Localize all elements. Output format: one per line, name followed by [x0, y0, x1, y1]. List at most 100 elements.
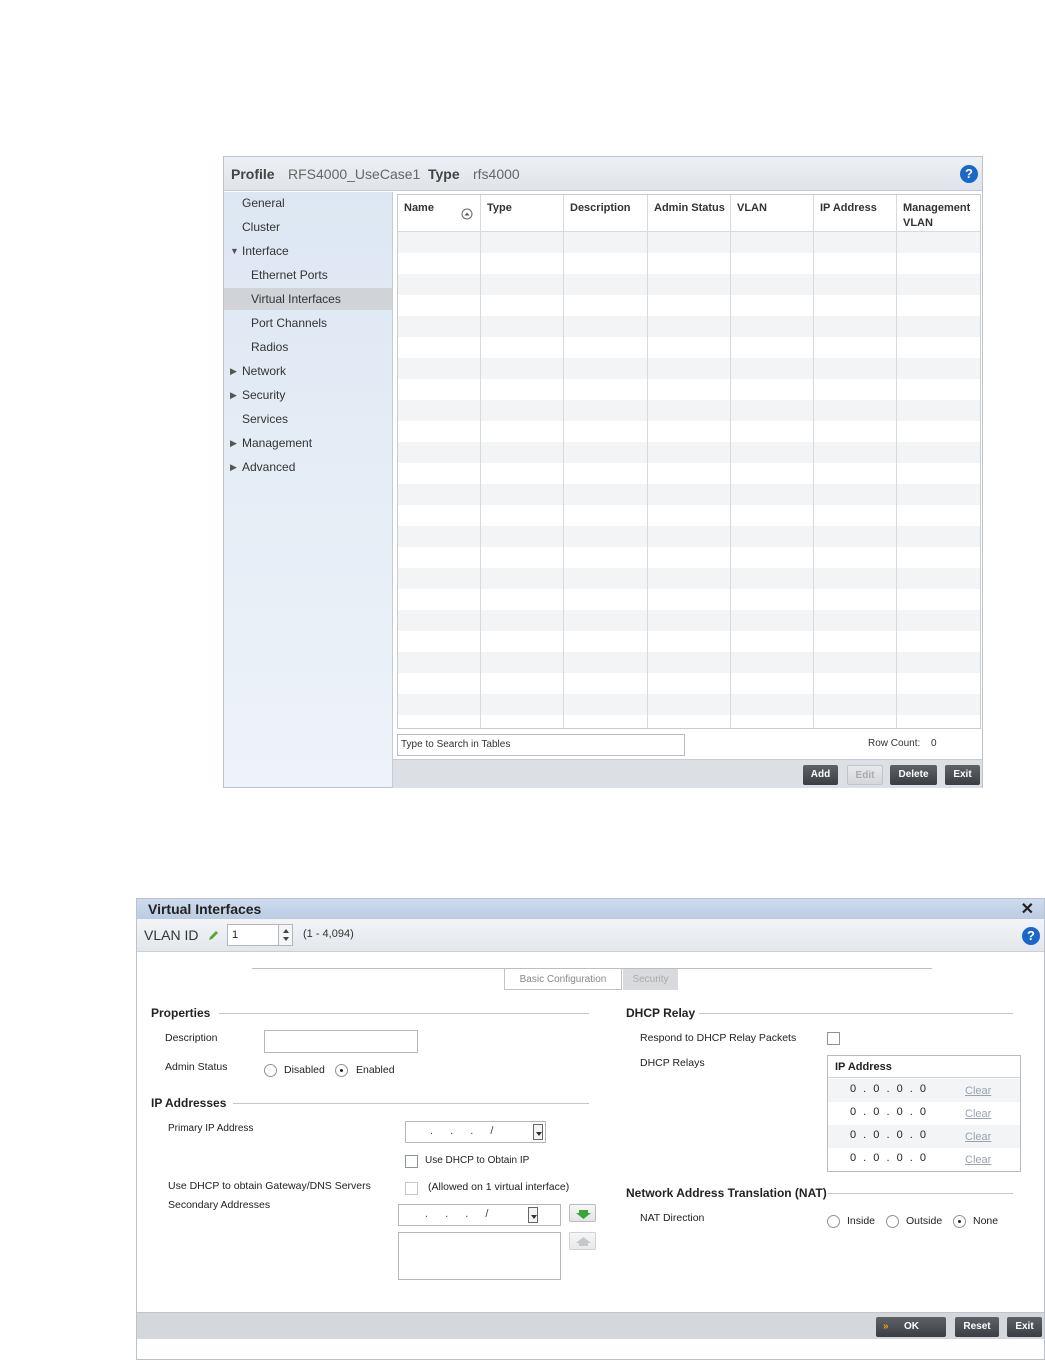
- sidebar-item-security[interactable]: ▶ Security: [224, 384, 392, 406]
- secondary-address-value: . . . /: [425, 1208, 489, 1220]
- column-header-description[interactable]: Description: [564, 195, 648, 232]
- help-icon[interactable]: ?: [1022, 927, 1040, 945]
- column-header-label: Management VLAN: [903, 202, 971, 229]
- ok-button-label: OK: [904, 1321, 919, 1332]
- column-header-name[interactable]: Name: [398, 195, 481, 232]
- vlan-id-label: VLAN ID: [144, 927, 199, 943]
- profile-value: RFS4000_UseCase1: [288, 166, 421, 182]
- description-label: Description: [165, 1032, 218, 1044]
- sidebar-item-network[interactable]: ▶ Network: [224, 360, 392, 382]
- spinner-buttons[interactable]: [278, 925, 292, 945]
- remove-address-button[interactable]: [569, 1232, 596, 1250]
- column-header-vlan[interactable]: VLAN: [731, 195, 814, 232]
- use-dhcp-checkbox[interactable]: [405, 1155, 418, 1168]
- dialog-action-bar: » OK Reset Exit: [137, 1312, 1044, 1339]
- sidebar-item-radios[interactable]: Radios: [224, 336, 392, 358]
- nat-none-radio[interactable]: [953, 1215, 966, 1228]
- add-button[interactable]: Add: [803, 765, 838, 785]
- delete-button[interactable]: Delete: [890, 765, 937, 785]
- exit-button[interactable]: Exit: [1007, 1317, 1042, 1337]
- column-header-label: Name: [404, 202, 434, 214]
- admin-status-disabled-radio[interactable]: [264, 1064, 277, 1077]
- profile-label: Profile: [231, 166, 275, 182]
- expanded-arrow-icon[interactable]: ▼: [230, 240, 239, 262]
- column-divider: [480, 232, 481, 728]
- sidebar-item-virtual-interfaces[interactable]: Virtual Interfaces: [224, 288, 392, 310]
- sidebar-item-interface[interactable]: ▼ Interface: [224, 240, 392, 262]
- sidebar-item-services[interactable]: Services: [224, 408, 392, 430]
- primary-ip-field[interactable]: . . . /: [405, 1121, 546, 1143]
- type-label: Type: [428, 166, 460, 182]
- section-divider: [219, 1013, 589, 1014]
- edit-button[interactable]: Edit: [847, 765, 883, 785]
- column-header-label: Description: [570, 202, 631, 214]
- relay-ip-value[interactable]: 0 . 0 . 0 . 0: [850, 1129, 926, 1141]
- primary-ip-value: . . . /: [430, 1125, 494, 1137]
- sidebar-item-label: Network: [242, 364, 287, 378]
- relay-ip-value[interactable]: 0 . 0 . 0 . 0: [850, 1083, 926, 1095]
- sidebar-item-advanced[interactable]: ▶ Advanced: [224, 456, 392, 478]
- type-value: rfs4000: [473, 166, 520, 182]
- dropdown-icon[interactable]: [533, 1124, 543, 1140]
- column-header-management-vlan[interactable]: Management VLAN: [897, 195, 980, 232]
- relay-clear-link[interactable]: Clear: [965, 1085, 991, 1097]
- column-header-admin-status[interactable]: Admin Status: [648, 195, 731, 232]
- relay-row: 0 . 0 . 0 . 0 Clear: [828, 1125, 1020, 1148]
- secondary-address-field[interactable]: . . . /: [398, 1204, 561, 1226]
- table-search-input[interactable]: Type to Search in Tables: [397, 734, 685, 756]
- nat-inside-radio[interactable]: [827, 1215, 840, 1228]
- exit-button[interactable]: Exit: [945, 765, 980, 785]
- use-dhcp-gateway-checkbox[interactable]: [405, 1182, 418, 1195]
- sort-ascending-icon[interactable]: [461, 208, 473, 220]
- sidebar-item-ethernet-ports[interactable]: Ethernet Ports: [224, 264, 392, 286]
- add-address-button[interactable]: [569, 1204, 596, 1222]
- sidebar-item-port-channels[interactable]: Port Channels: [224, 312, 392, 334]
- relay-clear-link[interactable]: Clear: [965, 1108, 991, 1120]
- relay-ip-value[interactable]: 0 . 0 . 0 . 0: [850, 1152, 926, 1164]
- sidebar-item-management[interactable]: ▶ Management: [224, 432, 392, 454]
- relay-clear-link[interactable]: Clear: [965, 1154, 991, 1166]
- sidebar-item-label: Interface: [242, 244, 289, 258]
- column-header-label: VLAN: [737, 202, 767, 214]
- nat-outside-label: Outside: [906, 1215, 943, 1227]
- spinner-arrows-icon[interactable]: [279, 925, 293, 945]
- vlan-id-bar: VLAN ID 1 (1 - 4,094) ?: [137, 919, 1044, 952]
- reset-button[interactable]: Reset: [955, 1317, 999, 1337]
- tab-security[interactable]: Security: [623, 969, 678, 990]
- nat-outside-radio[interactable]: [886, 1215, 899, 1228]
- column-divider: [647, 232, 648, 728]
- column-header-ip-address[interactable]: IP Address: [814, 195, 897, 232]
- table-row: [398, 421, 980, 442]
- table-row: [398, 652, 980, 673]
- profile-sidebar: General Cluster ▼ Interface Ethernet Por…: [224, 192, 393, 787]
- relay-row: 0 . 0 . 0 . 0 Clear: [828, 1102, 1020, 1125]
- sidebar-item-cluster[interactable]: Cluster: [224, 216, 392, 238]
- vlan-id-spinner[interactable]: 1: [227, 924, 293, 946]
- table-row: [398, 568, 980, 589]
- close-icon[interactable]: ✕: [1021, 899, 1034, 919]
- section-divider: [233, 1103, 589, 1104]
- ok-button[interactable]: » OK: [876, 1317, 946, 1337]
- sidebar-item-general[interactable]: General: [224, 192, 392, 214]
- collapsed-arrow-icon[interactable]: ▶: [230, 456, 237, 478]
- dropdown-icon[interactable]: [528, 1207, 538, 1223]
- admin-status-enabled-radio[interactable]: [335, 1064, 348, 1077]
- help-icon[interactable]: ?: [960, 165, 978, 183]
- collapsed-arrow-icon[interactable]: ▶: [230, 432, 237, 454]
- ip-addresses-section-title: IP Addresses: [151, 1096, 227, 1110]
- table-row: [398, 337, 980, 358]
- table-row: [398, 400, 980, 421]
- row-count-value: 0: [931, 738, 937, 749]
- relay-ip-value[interactable]: 0 . 0 . 0 . 0: [850, 1106, 926, 1118]
- collapsed-arrow-icon[interactable]: ▶: [230, 384, 237, 406]
- column-header-label: Type: [487, 202, 512, 214]
- table-row: [398, 589, 980, 610]
- secondary-addresses-list[interactable]: [398, 1232, 561, 1280]
- column-header-type[interactable]: Type: [481, 195, 564, 232]
- sidebar-item-label: Cluster: [242, 220, 281, 234]
- respond-relay-checkbox[interactable]: [827, 1032, 840, 1045]
- collapsed-arrow-icon[interactable]: ▶: [230, 360, 237, 382]
- tab-basic-configuration[interactable]: Basic Configuration: [504, 969, 622, 990]
- description-field[interactable]: [264, 1030, 418, 1053]
- relay-clear-link[interactable]: Clear: [965, 1131, 991, 1143]
